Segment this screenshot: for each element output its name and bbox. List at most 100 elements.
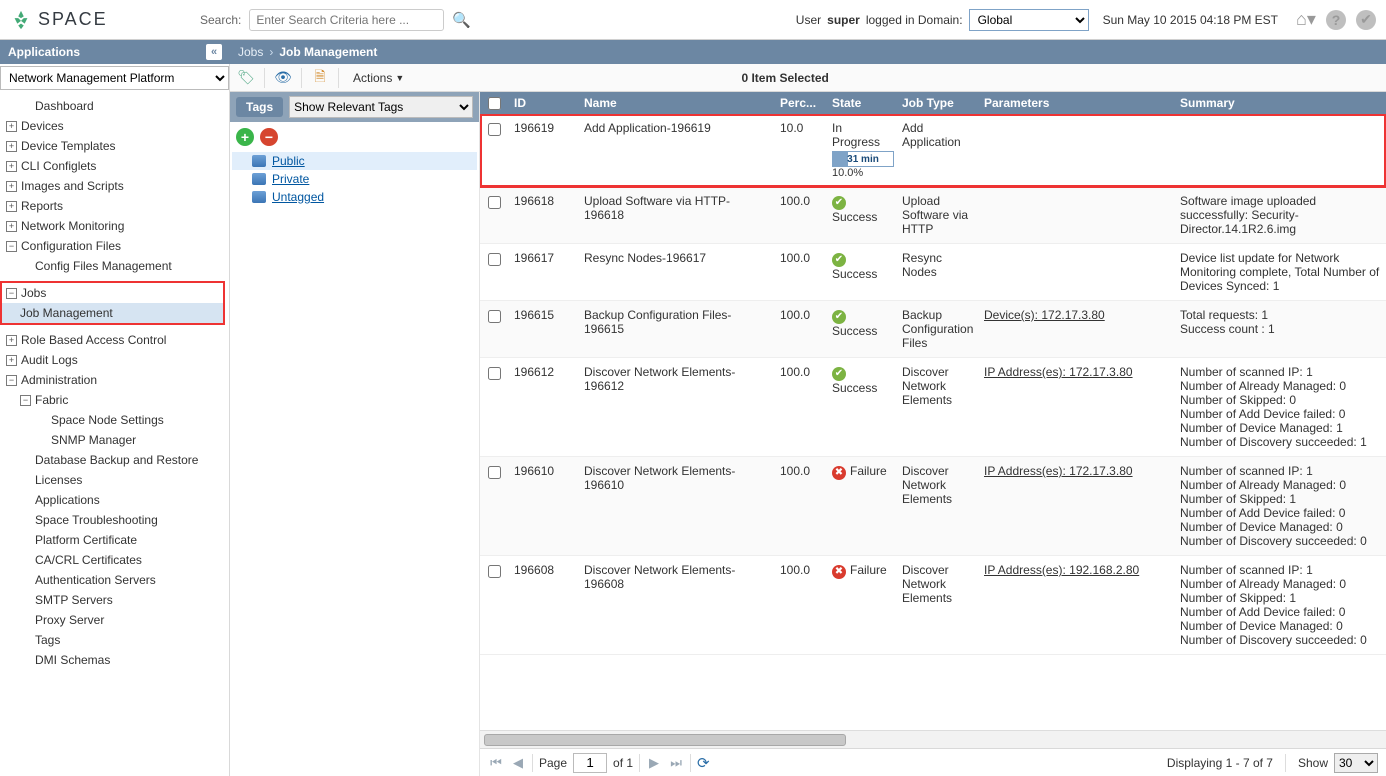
nav-item[interactable]: −Configuration Files xyxy=(2,236,227,256)
col-jobtype[interactable]: Job Type xyxy=(896,93,978,113)
nav-item[interactable]: +Network Monitoring xyxy=(2,216,227,236)
table-row[interactable]: 196610Discover Network Elements-19661010… xyxy=(480,457,1386,556)
nav-item[interactable]: + Role Based Access Control xyxy=(2,330,227,350)
view-icon[interactable]: 👁 xyxy=(273,68,293,88)
expand-icon[interactable]: + xyxy=(6,201,17,212)
nav-item[interactable]: Space Troubleshooting xyxy=(2,510,227,530)
select-all-checkbox[interactable] xyxy=(488,97,501,110)
expand-icon[interactable]: + xyxy=(6,335,17,346)
parameters-link[interactable]: IP Address(es): 172.17.3.80 xyxy=(984,464,1133,478)
expand-icon[interactable]: + xyxy=(6,121,17,132)
breadcrumb-level1[interactable]: Jobs xyxy=(238,45,263,59)
actions-menu[interactable]: Actions ▼ xyxy=(347,71,410,85)
module-select[interactable]: Network Management Platform xyxy=(0,66,229,90)
next-page-button[interactable]: ▶ xyxy=(646,755,662,771)
row-checkbox[interactable] xyxy=(488,196,501,209)
nav-item[interactable]: + Device Templates xyxy=(2,136,227,156)
expand-icon[interactable]: + xyxy=(6,161,17,172)
commit-ok-icon[interactable]: ✔ xyxy=(1356,10,1376,30)
prev-page-button[interactable]: ◀ xyxy=(510,755,526,771)
collapse-icon[interactable]: − xyxy=(6,375,17,386)
page-size-select[interactable]: 30 xyxy=(1334,753,1378,773)
tag-link[interactable]: Public xyxy=(272,154,305,168)
tags-mode-select[interactable]: Show Relevant Tags xyxy=(289,96,473,118)
nav-item[interactable]: +CLI Configlets xyxy=(2,156,227,176)
search-icon[interactable]: 🔍 xyxy=(452,11,471,29)
nav-item[interactable]: Platform Certificate xyxy=(2,530,227,550)
parameters-link[interactable]: Device(s): 172.17.3.80 xyxy=(984,308,1105,322)
nav-item[interactable]: SMTP Servers xyxy=(2,590,227,610)
row-checkbox[interactable] xyxy=(488,367,501,380)
nav-item[interactable]: Applications xyxy=(2,490,227,510)
nav-item[interactable]: +Devices xyxy=(2,116,227,136)
domain-select[interactable]: Global xyxy=(969,9,1089,31)
collapse-icon[interactable]: − xyxy=(6,288,17,299)
first-page-button[interactable]: ⏮ xyxy=(488,755,504,771)
nav-item[interactable]: Space Node Settings xyxy=(2,410,227,430)
collapse-sidebar-icon[interactable]: « xyxy=(206,44,222,60)
home-icon[interactable]: ⌂▾ xyxy=(1296,10,1316,30)
table-row[interactable]: 196619Add Application-19661910.0In Progr… xyxy=(480,114,1386,187)
row-checkbox[interactable] xyxy=(488,253,501,266)
add-tag-button[interactable]: + xyxy=(236,128,254,146)
nav-item[interactable]: −Administration xyxy=(2,370,227,390)
nav-item[interactable]: Tags xyxy=(2,630,227,650)
tag-link[interactable]: Private xyxy=(272,172,309,186)
tag-item[interactable]: Untagged xyxy=(232,188,477,206)
collapse-icon[interactable]: − xyxy=(6,241,17,252)
nav-item[interactable]: CA/CRL Certificates xyxy=(2,550,227,570)
expand-icon[interactable]: + xyxy=(6,221,17,232)
export-icon[interactable]: 🗎 xyxy=(310,68,330,88)
row-checkbox[interactable] xyxy=(488,466,501,479)
expand-icon[interactable]: + xyxy=(6,141,17,152)
row-checkbox[interactable] xyxy=(488,123,501,136)
tag-link[interactable]: Untagged xyxy=(272,190,324,204)
col-percent[interactable]: Perc... xyxy=(774,93,826,113)
col-summary[interactable]: Summary xyxy=(1174,93,1386,113)
nav-job-management[interactable]: Job Management xyxy=(2,303,223,323)
tag-item[interactable]: Public xyxy=(232,152,477,170)
last-page-button[interactable]: ⏭ xyxy=(668,755,684,771)
parameters-link[interactable]: IP Address(es): 172.17.3.80 xyxy=(984,365,1133,379)
delete-tag-button[interactable]: − xyxy=(260,128,278,146)
search-input[interactable] xyxy=(249,9,444,31)
row-checkbox[interactable] xyxy=(488,310,501,323)
nav-item[interactable]: +Reports xyxy=(2,196,227,216)
nav-item-label: Role Based Access Control xyxy=(21,332,166,348)
nav-item[interactable]: Licenses xyxy=(2,470,227,490)
table-row[interactable]: 196612Discover Network Elements-19661210… xyxy=(480,358,1386,457)
table-row[interactable]: 196608Discover Network Elements-19660810… xyxy=(480,556,1386,655)
nav-item[interactable]: Database Backup and Restore xyxy=(2,450,227,470)
table-row[interactable]: 196615Backup Configuration Files-1966151… xyxy=(480,301,1386,358)
col-id[interactable]: ID xyxy=(508,93,578,113)
horizontal-scrollbar[interactable] xyxy=(480,730,1386,748)
tag-icon[interactable]: 🏷 xyxy=(236,68,256,88)
row-checkbox[interactable] xyxy=(488,565,501,578)
nav-item[interactable]: Dashboard xyxy=(2,96,227,116)
nav-item[interactable]: Authentication Servers xyxy=(2,570,227,590)
col-parameters[interactable]: Parameters xyxy=(978,93,1174,113)
collapse-icon[interactable]: − xyxy=(20,395,31,406)
nav-item[interactable]: DMI Schemas xyxy=(2,650,227,670)
nav-item-label: Applications xyxy=(35,492,100,508)
parameters-link[interactable]: IP Address(es): 192.168.2.80 xyxy=(984,563,1139,577)
refresh-icon[interactable]: ⟳ xyxy=(697,754,710,772)
nav-jobs-header[interactable]: − Jobs xyxy=(2,283,223,303)
nav-item[interactable]: Config Files Management xyxy=(2,256,227,276)
nav-item[interactable]: Proxy Server xyxy=(2,610,227,630)
table-row[interactable]: 196618Upload Software via HTTP-196618100… xyxy=(480,187,1386,244)
nav-item-label: Device Templates xyxy=(21,138,116,154)
nav-item[interactable]: −Fabric xyxy=(2,390,227,410)
nav-item[interactable]: +Images and Scripts xyxy=(2,176,227,196)
expand-icon[interactable]: + xyxy=(6,355,17,366)
help-icon[interactable]: ? xyxy=(1326,10,1346,30)
nav-item[interactable]: SNMP Manager xyxy=(2,430,227,450)
col-name[interactable]: Name xyxy=(578,93,774,113)
expand-icon[interactable]: + xyxy=(6,181,17,192)
col-state[interactable]: State xyxy=(826,93,896,113)
tag-item[interactable]: Private xyxy=(232,170,477,188)
timestamp: Sun May 10 2015 04:18 PM EST xyxy=(1103,13,1278,27)
page-number-input[interactable] xyxy=(573,753,607,773)
table-row[interactable]: 196617Resync Nodes-196617100.0SuccessRes… xyxy=(480,244,1386,301)
nav-item[interactable]: +Audit Logs xyxy=(2,350,227,370)
